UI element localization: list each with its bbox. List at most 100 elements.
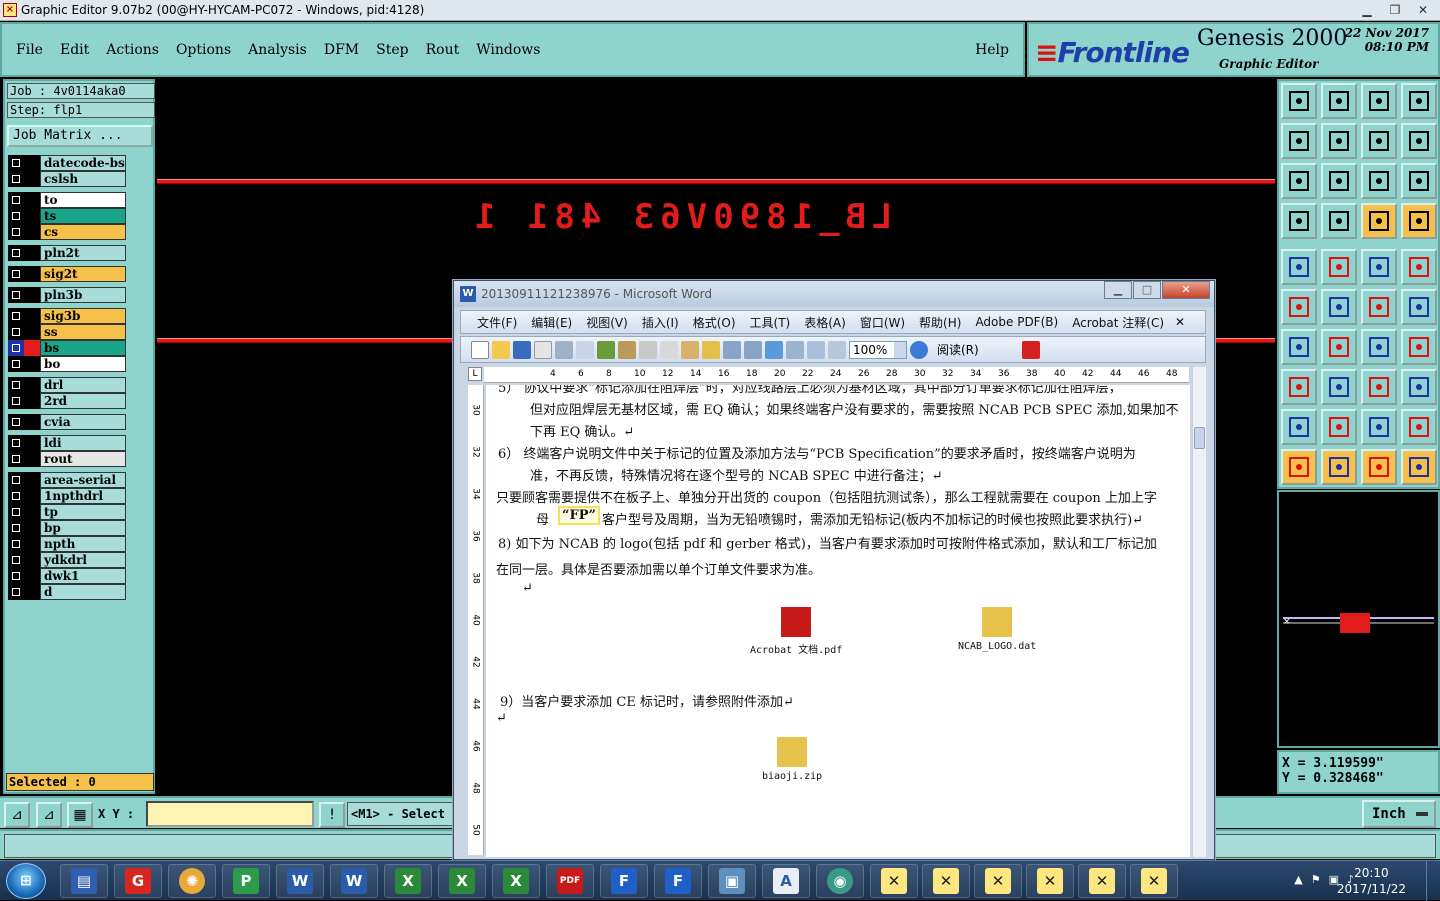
show-desktop-button[interactable] <box>1426 861 1440 901</box>
format-painter-icon[interactable] <box>702 340 720 359</box>
layer-name[interactable]: ydkdrl <box>40 552 126 568</box>
layer-name[interactable]: bs <box>40 340 126 356</box>
layer-name[interactable]: area-serial <box>40 472 126 488</box>
layer-color-swatch[interactable] <box>24 224 40 240</box>
word-menu-file[interactable]: 文件(F) <box>477 314 517 331</box>
move-icon[interactable] <box>1281 369 1317 405</box>
taskbar-save-app[interactable]: ▤ <box>60 864 108 898</box>
overview-map[interactable]: × <box>1277 490 1440 748</box>
attachment-item[interactable]: biaoji.zip <box>762 737 822 782</box>
drawing-icon[interactable] <box>828 340 846 359</box>
menu-dfm[interactable]: DFM <box>324 42 359 58</box>
word-menu-help[interactable]: 帮助(H) <box>919 314 961 331</box>
layer-row[interactable]: area-serial <box>8 472 126 488</box>
measure-icon[interactable] <box>1361 369 1397 405</box>
word-maximize-button[interactable]: □ <box>1133 281 1161 299</box>
layer-checkbox[interactable] <box>8 377 24 393</box>
menu-options[interactable]: Options <box>176 42 231 58</box>
layer-row[interactable]: to <box>8 192 126 208</box>
taskbar-document[interactable]: A <box>762 864 810 898</box>
paste-icon[interactable] <box>681 340 699 359</box>
menu-edit[interactable]: Edit <box>60 42 89 58</box>
word-doc-close-icon[interactable]: ✕ <box>1175 315 1185 329</box>
layer-name[interactable]: dwk1 <box>40 568 126 584</box>
close-button[interactable]: ✕ <box>1410 1 1436 18</box>
open-icon[interactable] <box>492 340 510 359</box>
menu-windows[interactable]: Windows <box>476 42 540 58</box>
vertical-scrollbar[interactable] <box>1192 367 1206 857</box>
bar-icon[interactable] <box>1321 369 1357 405</box>
tables-icon[interactable] <box>786 340 804 359</box>
word-menu-acrobat[interactable]: Acrobat 注释(C) <box>1072 314 1164 331</box>
research-icon[interactable] <box>618 340 636 359</box>
select-lasso-icon[interactable] <box>1361 449 1397 485</box>
layer-row[interactable]: bs <box>8 340 126 356</box>
layer-checkbox[interactable] <box>8 308 24 324</box>
layer-name[interactable]: npth <box>40 536 126 552</box>
word-minimize-button[interactable]: ▁ <box>1104 281 1132 299</box>
layer-row[interactable]: bp <box>8 520 126 536</box>
permission-icon[interactable] <box>534 340 552 359</box>
word-window[interactable]: W 20130911121238976 - Microsoft Word ▁ □… <box>453 280 1215 860</box>
taskbar-excel-1[interactable]: X <box>384 864 432 898</box>
clock[interactable]: 20:10 2017/11/22 <box>1337 865 1406 897</box>
word-close-button[interactable]: ✕ <box>1162 281 1210 299</box>
triangle-icon[interactable] <box>1281 409 1317 445</box>
taskbar-genesis-5[interactable]: ✕ <box>1078 864 1126 898</box>
layer-row[interactable]: cslsh <box>8 171 126 187</box>
layer-checkbox[interactable] <box>8 520 24 536</box>
layer-name[interactable]: 2rd <box>40 393 126 409</box>
taskbar-genesis-4[interactable]: ✕ <box>1026 864 1074 898</box>
select-box-icon[interactable] <box>1321 449 1357 485</box>
layer-row[interactable]: ts <box>8 208 126 224</box>
layer-checkbox[interactable] <box>8 287 24 303</box>
new-doc-icon[interactable] <box>471 340 489 359</box>
layer-color-swatch[interactable] <box>24 155 40 171</box>
layer-checkbox[interactable] <box>8 224 24 240</box>
rotate-icon[interactable] <box>1361 329 1397 365</box>
layer-row[interactable]: ydkdrl <box>8 552 126 568</box>
word-menu-view[interactable]: 视图(V) <box>586 314 628 331</box>
taskbar-word-1[interactable]: W <box>276 864 324 898</box>
hyperlink-icon[interactable] <box>765 340 783 359</box>
taskbar-word-2[interactable]: W <box>330 864 378 898</box>
spelling-icon[interactable] <box>597 340 615 359</box>
layer-checkbox[interactable] <box>8 192 24 208</box>
layer-color-swatch[interactable] <box>24 520 40 536</box>
insert-table-icon[interactable] <box>807 340 825 359</box>
layer-name[interactable]: datecode-bs <box>40 155 126 171</box>
snap-icon[interactable]: ⊿ <box>4 802 30 828</box>
layer-row[interactable]: cvia <box>8 414 126 430</box>
layer-row[interactable]: d <box>8 584 126 600</box>
layer-checkbox[interactable] <box>8 356 24 372</box>
layer-row[interactable]: sig2t <box>8 266 126 282</box>
split-icon[interactable] <box>1401 123 1437 159</box>
print-preview-icon[interactable] <box>576 340 594 359</box>
layer-color-swatch[interactable] <box>24 340 40 356</box>
layer-checkbox[interactable] <box>8 393 24 409</box>
layer-row[interactable]: 1npthdrl <box>8 488 126 504</box>
layer-color-swatch[interactable] <box>24 414 40 430</box>
layer-color-swatch[interactable] <box>24 266 40 282</box>
layer-name[interactable]: 1npthdrl <box>40 488 126 504</box>
layer-color-swatch[interactable] <box>24 245 40 261</box>
read-button[interactable]: 阅读(R) <box>937 341 979 358</box>
attachment-item[interactable]: Acrobat 文档.pdf <box>750 607 842 656</box>
tray-expand-icon[interactable]: ▲ <box>1294 873 1302 886</box>
layer-checkbox[interactable] <box>8 324 24 340</box>
layer-checkbox[interactable] <box>8 171 24 187</box>
layer-color-swatch[interactable] <box>24 393 40 409</box>
copy-icon[interactable] <box>660 340 678 359</box>
taskbar-excel-3[interactable]: X <box>492 864 540 898</box>
import-icon[interactable] <box>1321 123 1357 159</box>
layer-checkbox[interactable] <box>8 568 24 584</box>
word-menu-edit[interactable]: 编辑(E) <box>531 314 572 331</box>
layer-checkbox[interactable] <box>8 472 24 488</box>
word-menu-tools[interactable]: 工具(T) <box>750 314 791 331</box>
cut-icon[interactable] <box>639 340 657 359</box>
layer-row[interactable]: sig3b <box>8 308 126 324</box>
layer-checkbox[interactable] <box>8 155 24 171</box>
scale-icon[interactable] <box>1361 163 1397 199</box>
select-pointer-icon[interactable] <box>1281 449 1317 485</box>
settings-icon[interactable] <box>1281 203 1317 239</box>
